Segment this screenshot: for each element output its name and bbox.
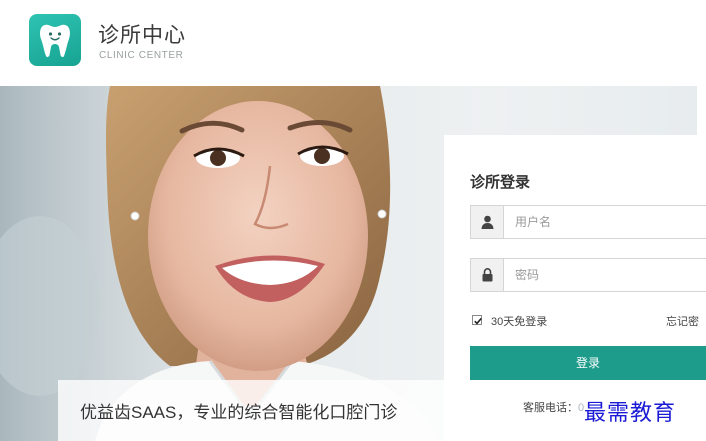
password-input[interactable] (505, 259, 705, 291)
user-icon (481, 215, 494, 229)
login-button[interactable]: 登录 (470, 346, 706, 380)
hero-caption-text: 优益齿SAAS，专业的综合智能化口腔门诊 (80, 403, 398, 422)
hero-caption-box: 优益齿SAAS，专业的综合智能化口腔门诊 (58, 380, 458, 441)
password-field (470, 258, 706, 292)
site-header: 诊所中心 CLINIC CENTER (0, 0, 706, 86)
tooth-icon (40, 24, 70, 58)
remember-checkbox[interactable] (472, 315, 482, 325)
brand-title: 诊所中心 (98, 24, 186, 47)
lock-icon-box (471, 259, 504, 291)
logo[interactable] (29, 14, 81, 66)
check-icon (474, 317, 482, 325)
username-field (470, 205, 706, 239)
watermark-text: 最需教育 (584, 401, 677, 426)
lock-icon (482, 268, 493, 282)
forgot-password-link[interactable]: 忘记密 (666, 313, 699, 329)
service-phone: 客服电话：0 (523, 399, 584, 415)
user-icon-box (471, 206, 504, 238)
brand-subtitle: CLINIC CENTER (99, 50, 184, 61)
login-title: 诊所登录 (470, 174, 531, 191)
username-input[interactable] (505, 206, 705, 238)
service-phone-label: 客服电话： (523, 402, 578, 414)
remember-label[interactable]: 30天免登录 (491, 313, 547, 329)
